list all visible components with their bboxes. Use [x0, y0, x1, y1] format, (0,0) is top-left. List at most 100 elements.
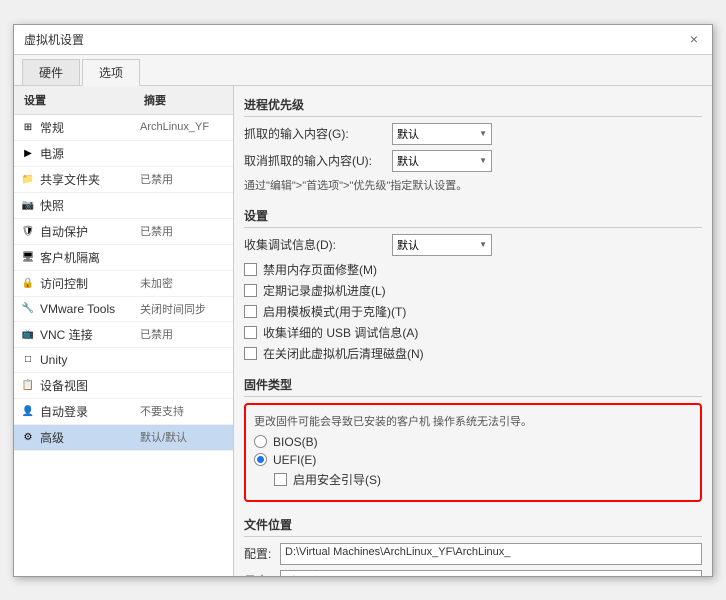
priority-hint: 通过"编辑">"首选项">"优先级"指定默认设置。: [244, 177, 702, 193]
item-icon-guest-isolation: 🖥: [20, 249, 36, 265]
item-value-auto-login: 不要支持: [140, 403, 184, 419]
section-process-priority: 进程优先级 抓取的输入内容(G): 默认 ▼ 取消抓取的输入内容(U): 默认 …: [244, 96, 702, 193]
row-log: 日志: (未开启): [244, 570, 702, 576]
label-clean-disk: 在关闭此虚拟机后清理磁盘(N): [263, 345, 424, 362]
item-icon-snapshot: 📷: [20, 197, 36, 213]
item-icon-power: ▶: [20, 145, 36, 161]
label-radio-uefi: UEFI(E): [273, 453, 316, 467]
item-value-vnc: 已禁用: [140, 326, 173, 342]
section-title-firmware: 固件类型: [244, 376, 702, 397]
label-release-input: 取消抓取的输入内容(U):: [244, 152, 384, 169]
item-name-guest-isolation: 客户机隔离: [40, 249, 140, 266]
value-log: (未开启): [280, 570, 702, 576]
row-log-snapshot: 定期记录虚拟机进度(L): [244, 282, 702, 299]
radios-list: BIOS(B) UEFI(E): [254, 435, 692, 467]
item-name-shared-folders: 共享文件夹: [40, 171, 140, 188]
left-item-device-view[interactable]: 📋 设备视图: [14, 373, 233, 399]
item-icon-vmware-tools: 🔧: [20, 301, 36, 317]
select-grab-input[interactable]: 默认 ▼: [392, 123, 492, 145]
content-area: 设置 摘要 ⊞ 常规 ArchLinux_YF ▶ 电源 📁 共享文件夹 已禁用…: [14, 86, 712, 576]
row-radio-bios: BIOS(B): [254, 435, 692, 449]
tab-options[interactable]: 选项: [82, 59, 140, 86]
left-item-power[interactable]: ▶ 电源: [14, 141, 233, 167]
item-name-advanced: 高级: [40, 429, 140, 446]
left-panel: 设置 摘要 ⊞ 常规 ArchLinux_YF ▶ 电源 📁 共享文件夹 已禁用…: [14, 86, 234, 576]
left-item-auto-login[interactable]: 👤 自动登录 不要支持: [14, 399, 233, 425]
left-item-snapshot[interactable]: 📷 快照: [14, 193, 233, 219]
left-item-general[interactable]: ⊞ 常规 ArchLinux_YF: [14, 115, 233, 141]
left-item-shared-folders[interactable]: 📁 共享文件夹 已禁用: [14, 167, 233, 193]
tab-bar: 硬件 选项: [14, 55, 712, 86]
item-value-shared-folders: 已禁用: [140, 171, 173, 187]
right-panel: 进程优先级 抓取的输入内容(G): 默认 ▼ 取消抓取的输入内容(U): 默认 …: [234, 86, 712, 576]
item-icon-general: ⊞: [20, 119, 36, 135]
tab-hardware[interactable]: 硬件: [22, 59, 80, 85]
row-release-input: 取消抓取的输入内容(U): 默认 ▼: [244, 150, 702, 172]
checkbox-clean-disk[interactable]: [244, 347, 257, 360]
value-config: D:\Virtual Machines\ArchLinux_YF\ArchLin…: [280, 543, 702, 565]
firmware-note: 更改固件可能会导致已安装的客户机 操作系统无法引导。: [254, 413, 692, 429]
title-bar: 虚拟机设置 ×: [14, 25, 712, 55]
item-name-power: 电源: [40, 145, 140, 162]
item-icon-unity: □: [20, 352, 36, 368]
row-template-mode: 启用模板模式(用于克隆)(T): [244, 303, 702, 320]
section-title-process-priority: 进程优先级: [244, 96, 702, 117]
row-radio-uefi: UEFI(E): [254, 453, 692, 467]
item-icon-auto-protect: 🛡: [20, 223, 36, 239]
item-icon-auto-login: 👤: [20, 403, 36, 419]
row-grab-input: 抓取的输入内容(G): 默认 ▼: [244, 123, 702, 145]
item-value-vmware-tools: 关闭时间同步: [140, 301, 206, 317]
item-value-auto-protect: 已禁用: [140, 223, 173, 239]
checkbox-disable-page-trim[interactable]: [244, 263, 257, 276]
item-name-vnc: VNC 连接: [40, 326, 140, 343]
left-item-access-control[interactable]: 🔒 访问控制 未加密: [14, 271, 233, 297]
left-header: 设置 摘要: [14, 86, 233, 115]
left-item-unity[interactable]: □ Unity: [14, 348, 233, 373]
item-icon-vnc: 📺: [20, 326, 36, 342]
section-file-location: 文件位置 配置: D:\Virtual Machines\ArchLinux_Y…: [244, 516, 702, 576]
radio-bios[interactable]: [254, 435, 267, 448]
section-settings: 设置 收集调试信息(D): 默认 ▼ 禁用内存页面修整(M) 定期记录虚拟机进度…: [244, 207, 702, 362]
item-name-access-control: 访问控制: [40, 275, 140, 292]
chevron-down-icon-3: ▼: [479, 240, 487, 249]
item-name-snapshot: 快照: [40, 197, 140, 214]
left-item-vmware-tools[interactable]: 🔧 VMware Tools 关闭时间同步: [14, 297, 233, 322]
label-config: 配置:: [244, 545, 274, 562]
label-grab-input: 抓取的输入内容(G):: [244, 125, 384, 142]
label-log: 日志:: [244, 572, 274, 576]
row-clean-disk: 在关闭此虚拟机后清理磁盘(N): [244, 345, 702, 362]
row-debug-info: 收集调试信息(D): 默认 ▼: [244, 234, 702, 256]
item-icon-shared-folders: 📁: [20, 171, 36, 187]
item-name-device-view: 设备视图: [40, 377, 140, 394]
checkbox-template-mode[interactable]: [244, 305, 257, 318]
left-item-vnc[interactable]: 📺 VNC 连接 已禁用: [14, 322, 233, 348]
checkbox-secure-boot[interactable]: [274, 473, 287, 486]
dialog-title: 虚拟机设置: [24, 31, 84, 48]
left-item-guest-isolation[interactable]: 🖥 客户机隔离: [14, 245, 233, 271]
radio-uefi[interactable]: [254, 453, 267, 466]
item-value-access-control: 未加密: [140, 275, 173, 291]
label-radio-bios: BIOS(B): [273, 435, 318, 449]
row-secure-boot: 启用安全引导(S): [274, 471, 692, 488]
col-summary: 摘要: [144, 92, 166, 108]
row-collect-usb: 收集详细的 USB 调试信息(A): [244, 324, 702, 341]
label-debug: 收集调试信息(D):: [244, 236, 384, 253]
item-name-unity: Unity: [40, 353, 140, 367]
left-item-auto-protect[interactable]: 🛡 自动保护 已禁用: [14, 219, 233, 245]
select-debug[interactable]: 默认 ▼: [392, 234, 492, 256]
label-template-mode: 启用模板模式(用于克隆)(T): [263, 303, 406, 320]
firmware-box: 更改固件可能会导致已安装的客户机 操作系统无法引导。 BIOS(B) UEFI(…: [244, 403, 702, 502]
label-log-snapshot: 定期记录虚拟机进度(L): [263, 282, 386, 299]
label-disable-page-trim: 禁用内存页面修整(M): [263, 261, 377, 278]
checkbox-collect-usb[interactable]: [244, 326, 257, 339]
item-name-vmware-tools: VMware Tools: [40, 302, 140, 316]
col-settings: 设置: [24, 92, 144, 108]
item-value-advanced: 默认/默认: [140, 429, 187, 445]
left-item-advanced[interactable]: ⚙ 高级 默认/默认: [14, 425, 233, 451]
chevron-down-icon: ▼: [479, 129, 487, 138]
close-button[interactable]: ×: [686, 31, 702, 47]
checkbox-log-snapshot[interactable]: [244, 284, 257, 297]
select-release-input[interactable]: 默认 ▼: [392, 150, 492, 172]
item-value-general: ArchLinux_YF: [140, 121, 209, 133]
row-disable-page-trim: 禁用内存页面修整(M): [244, 261, 702, 278]
